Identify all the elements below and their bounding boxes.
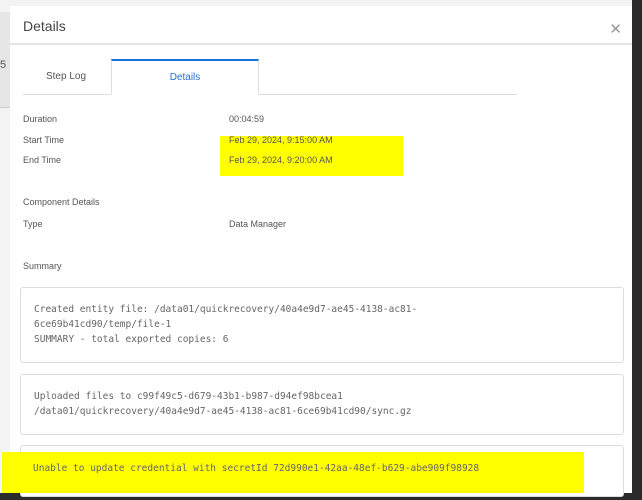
dialog-header: Details ✕	[10, 6, 632, 45]
tab-details[interactable]: Details	[111, 59, 259, 95]
summary-line: /data01/quickrecovery/40a4e9d7-ae45-4138…	[34, 406, 412, 417]
summary-heading: Summary	[23, 261, 62, 271]
start-time-value: Feb 29, 2024, 9:15:00 AM	[229, 135, 333, 145]
summary-line: Uploaded files to c99f49c5-d679-43b1-b98…	[34, 391, 343, 402]
component-details-heading: Component Details	[23, 197, 100, 207]
close-icon[interactable]: ✕	[609, 20, 622, 38]
summary-line: 6ce69b41cd90/temp/file-1	[34, 319, 172, 330]
type-label: Type	[23, 219, 43, 229]
summary-line: SUMMARY - total exported copies: 6	[34, 334, 229, 345]
summary-line: Unable to update credential with secretI…	[33, 463, 480, 474]
tab-bar: Step Log Details	[23, 59, 517, 95]
type-value: Data Manager	[229, 219, 287, 229]
end-time-value: Feb 29, 2024, 9:20:00 AM	[229, 155, 333, 165]
tab-step-log[interactable]: Step Log	[23, 60, 109, 94]
summary-entry: Created entity file: /data01/quickrecove…	[20, 287, 624, 363]
summary-line: Created entity file: /data01/quickrecove…	[34, 304, 418, 315]
summary-entry: Uploaded files to c99f49c5-d679-43b1-b98…	[20, 374, 624, 435]
summary-entry-error: Unable to update credential with secretI…	[20, 451, 624, 491]
dialog-title: Details	[23, 18, 66, 34]
end-time-label: End Time	[23, 155, 62, 165]
details-dialog: Details ✕ Step Log Details Duration 00:0…	[2, 6, 632, 497]
background-partial-text: 5	[0, 59, 7, 71]
start-time-label: Start Time	[23, 135, 65, 145]
duration-value: 00:04:59	[229, 114, 265, 124]
duration-label: Duration	[23, 114, 58, 124]
